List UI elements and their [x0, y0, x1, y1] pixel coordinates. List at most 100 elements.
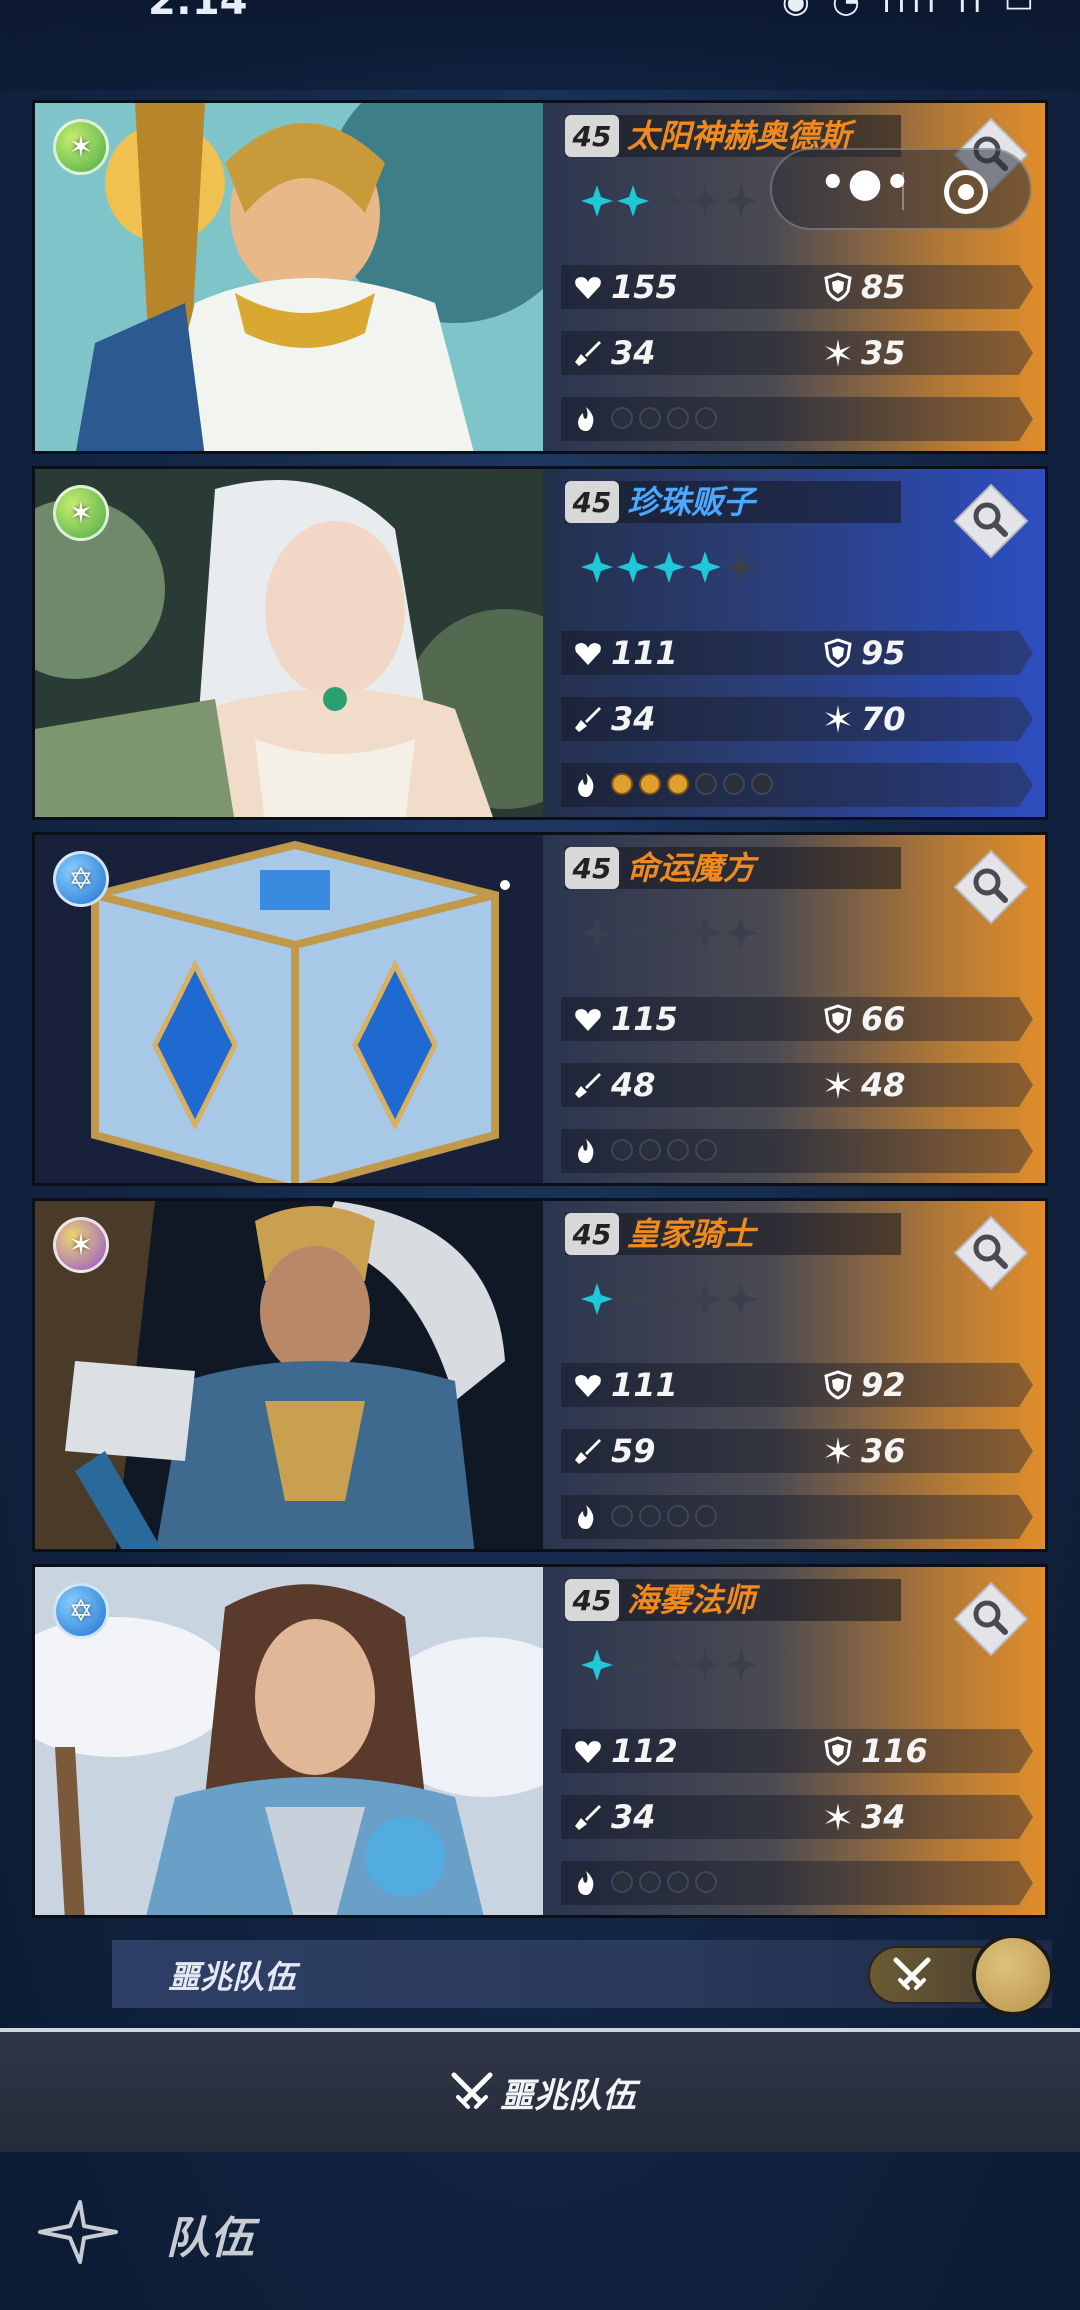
mini-program-capsule: •●•: [770, 148, 1032, 230]
star-empty-icon: [653, 1283, 685, 1315]
heart-icon: [575, 1009, 601, 1031]
attack-value: 34: [611, 334, 656, 372]
star-empty-icon: [725, 551, 757, 583]
element-water-icon: ✡: [53, 851, 109, 907]
rune-slot-row: [561, 763, 1033, 807]
stat-row-hp-defense: 112 116: [561, 1729, 1033, 1773]
more-menu-button[interactable]: •●•: [820, 160, 912, 206]
flame-icon: [578, 1871, 594, 1895]
bottom-nav: 队伍: [0, 2152, 1080, 2310]
speed-stat: 36: [823, 1429, 906, 1473]
shield-icon: [824, 272, 852, 302]
sword-icon: [575, 1439, 601, 1464]
attack-stat: 34: [573, 1795, 656, 1839]
crossed-swords-icon: [893, 1957, 931, 1990]
speed-stat: 70: [823, 697, 906, 741]
heart-icon: [575, 277, 601, 299]
hero-name: 皇家骑士: [627, 1215, 756, 1253]
omen-team-toggle[interactable]: [868, 1934, 1058, 2020]
stat-row-attack-speed: 34 35: [561, 331, 1033, 375]
stat-row-attack-speed: 48 48: [561, 1063, 1033, 1107]
action-bar: 噩兆队伍: [0, 2032, 1080, 2152]
team-sparkle-icon[interactable]: [36, 2196, 120, 2266]
rune-slot: [695, 773, 717, 795]
omen-team-button[interactable]: 噩兆队伍: [448, 2068, 636, 2117]
hero-portrait[interactable]: ✡: [35, 835, 543, 1183]
nav-team-label[interactable]: 队伍: [166, 2202, 254, 2266]
stat-row-hp-defense: 115 66: [561, 997, 1033, 1041]
rune-slot: [667, 1139, 689, 1161]
rune-slot: [695, 1871, 717, 1893]
level-badge: 45: [565, 1579, 619, 1621]
star-filled-icon: [581, 185, 613, 217]
element-arcane-icon: ✶: [53, 1217, 109, 1273]
star-empty-icon: [725, 917, 757, 949]
capsule-divider: [902, 172, 904, 210]
team-member-card[interactable]: ✡ 45 命运魔方 115 66 48 48: [32, 832, 1048, 1186]
star-empty-icon: [725, 185, 757, 217]
hp-value: 111: [611, 1366, 678, 1404]
stat-row-attack-speed: 59 36: [561, 1429, 1033, 1473]
speed-value: 70: [861, 700, 906, 738]
rune-slot: [639, 407, 661, 429]
search-details-button[interactable]: [953, 1581, 1029, 1657]
defense-stat: 85: [823, 265, 906, 309]
hero-portrait[interactable]: ✶: [35, 1201, 543, 1549]
star-filled-icon: [653, 551, 685, 583]
star-empty-icon: [689, 1283, 721, 1315]
rune-slot-row: [561, 397, 1033, 441]
rune-slot: [611, 773, 633, 795]
heart-icon: [575, 1741, 601, 1763]
star-filled-icon: [617, 185, 649, 217]
defense-value: 85: [861, 268, 906, 306]
rune-slot: [751, 773, 773, 795]
hero-portrait[interactable]: ✶: [35, 469, 543, 817]
rune-slot: [667, 407, 689, 429]
team-member-card[interactable]: ✶ 45 珍珠贩子 111 95 34 70: [32, 466, 1048, 820]
hp-stat: 155: [573, 265, 678, 309]
star-filled-icon: [689, 551, 721, 583]
rune-slot: [611, 1139, 633, 1161]
star-empty-icon: [617, 917, 649, 949]
rune-slots: [611, 773, 773, 795]
hero-portrait-art: [35, 835, 543, 1183]
burst-icon: [825, 339, 851, 367]
rune-slots: [611, 407, 717, 429]
hero-portrait[interactable]: ✶: [35, 103, 543, 451]
star-empty-icon: [689, 1649, 721, 1681]
level-badge: 45: [565, 847, 619, 889]
defense-stat: 95: [823, 631, 906, 675]
shield-icon: [824, 1736, 852, 1766]
hp-stat: 111: [573, 631, 678, 675]
hero-info-panel: 45 命运魔方 115 66 48 48: [543, 835, 1045, 1183]
rune-slot-row: [561, 1861, 1033, 1905]
star-empty-icon: [617, 1649, 649, 1681]
hero-portrait[interactable]: ✡: [35, 1567, 543, 1915]
stat-row-attack-speed: 34 34: [561, 1795, 1033, 1839]
star-rating: [579, 549, 759, 585]
speed-stat: 34: [823, 1795, 906, 1839]
shield-icon: [824, 638, 852, 668]
element-nature-icon: ✶: [53, 485, 109, 541]
rune-slot-row: [561, 1495, 1033, 1539]
hp-stat: 112: [573, 1729, 678, 1773]
search-details-button[interactable]: [953, 849, 1029, 925]
flame-icon: [578, 1505, 594, 1529]
speed-value: 48: [861, 1066, 906, 1104]
rune-slot: [667, 773, 689, 795]
sword-icon: [575, 1073, 601, 1098]
rune-slot: [611, 1871, 633, 1893]
star-filled-icon: [581, 1283, 613, 1315]
search-details-button[interactable]: [953, 1215, 1029, 1291]
team-member-card[interactable]: ✶ 45 皇家骑士 111 92 59 36: [32, 1198, 1048, 1552]
speed-value: 36: [861, 1432, 906, 1470]
rune-slot: [639, 773, 661, 795]
team-member-card[interactable]: ✡ 45 海雾法师 112 116 34 34: [32, 1564, 1048, 1918]
stat-row-attack-speed: 34 70: [561, 697, 1033, 741]
hero-name-plate: 45 命运魔方: [565, 847, 901, 889]
speed-value: 35: [861, 334, 906, 372]
hero-name: 珍珠贩子: [627, 483, 756, 521]
close-target-button[interactable]: [944, 170, 988, 214]
search-details-button[interactable]: [953, 483, 1029, 559]
rune-slot: [723, 773, 745, 795]
